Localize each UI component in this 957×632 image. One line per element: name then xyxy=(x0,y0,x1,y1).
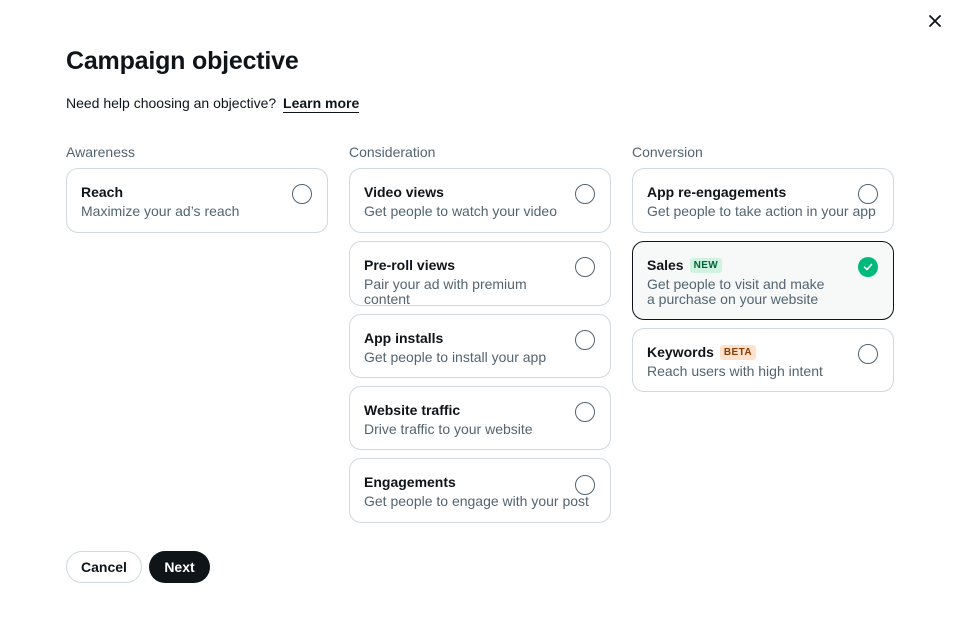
beta-badge: BETA xyxy=(719,344,757,360)
radio-button[interactable] xyxy=(575,475,595,495)
option-name: Engagements xyxy=(364,474,456,490)
option-description: Get people to take action in your app xyxy=(647,203,876,219)
option-sales[interactable]: Sales NEW Get people to visit and make a… xyxy=(632,241,894,320)
page-title: Campaign objective xyxy=(66,47,299,75)
radio-button[interactable] xyxy=(858,184,878,204)
radio-button[interactable] xyxy=(575,330,595,350)
radio-button[interactable] xyxy=(575,184,595,204)
option-engagements[interactable]: Engagements Get people to engage with yo… xyxy=(349,458,611,523)
option-app-installs[interactable]: App installs Get people to install your … xyxy=(349,314,611,378)
option-description: Maximize your ad’s reach xyxy=(81,203,240,219)
option-description: Get people to visit and make a purchase … xyxy=(647,276,825,307)
option-name: Video views xyxy=(364,184,444,200)
option-name: Keywords xyxy=(647,344,714,360)
checkmark-icon xyxy=(863,263,873,271)
column-label: Consideration xyxy=(349,144,436,160)
radio-button[interactable] xyxy=(575,257,595,277)
close-icon xyxy=(929,15,941,27)
option-name: Reach xyxy=(81,184,124,200)
option-reach[interactable]: Reach Maximize your ad’s reach xyxy=(66,168,328,233)
help-text: Need help choosing an objective? Learn m… xyxy=(66,95,360,113)
option-description: Pair your ad with premium content xyxy=(364,276,527,307)
option-name: Website traffic xyxy=(364,402,461,418)
radio-button[interactable] xyxy=(858,344,878,364)
column-awareness: Awareness Reach Maximize your ad’s reach xyxy=(66,144,328,241)
next-button[interactable]: Next xyxy=(149,551,210,583)
option-pre-roll-views[interactable]: Pre-roll views Pair your ad with premium… xyxy=(349,241,611,307)
learn-more-link[interactable]: Learn more xyxy=(283,95,360,113)
option-app-re-engagements[interactable]: App re-engagements Get people to take ac… xyxy=(632,168,894,233)
option-description: Get people to engage with your post xyxy=(364,493,589,509)
column-label: Awareness xyxy=(66,144,136,160)
close-button[interactable] xyxy=(926,12,944,30)
option-description: Get people to watch your video xyxy=(364,203,558,219)
option-name: App installs xyxy=(364,330,444,346)
option-description: Drive traffic to your website xyxy=(364,421,533,437)
radio-button[interactable] xyxy=(575,402,595,422)
option-description: Get people to install your app xyxy=(364,349,547,365)
option-name: Sales xyxy=(647,257,684,273)
option-video-views[interactable]: Video views Get people to watch your vid… xyxy=(349,168,611,233)
column-consideration: Consideration Video views Get people to … xyxy=(349,144,611,531)
option-name: App re-engagements xyxy=(647,184,787,200)
option-name: Pre-roll views xyxy=(364,257,456,273)
column-conversion: Conversion App re-engagements Get people… xyxy=(632,144,894,400)
option-website-traffic[interactable]: Website traffic Drive traffic to your we… xyxy=(349,386,611,450)
new-badge: NEW xyxy=(689,257,723,273)
column-label: Conversion xyxy=(632,144,703,160)
option-keywords[interactable]: Keywords BETA Reach users with high inte… xyxy=(632,328,894,392)
option-description: Reach users with high intent xyxy=(647,363,823,379)
radio-button-checked[interactable] xyxy=(858,257,878,277)
help-label: Need help choosing an objective? xyxy=(66,95,277,111)
radio-button[interactable] xyxy=(292,184,312,204)
cancel-button[interactable]: Cancel xyxy=(66,551,142,583)
